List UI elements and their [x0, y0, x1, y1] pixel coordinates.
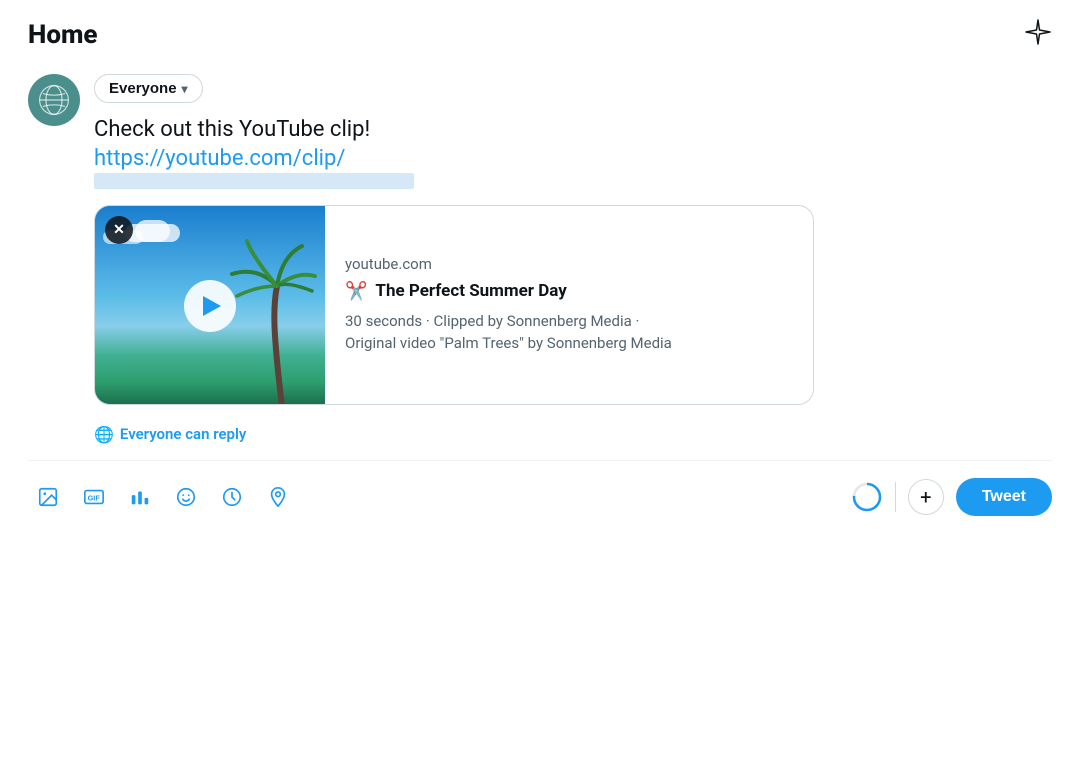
preview-thumbnail: ✕ [95, 206, 325, 405]
toolbar-icons: GIF [28, 477, 298, 517]
everyone-button[interactable]: Everyone ▾ [94, 74, 203, 103]
avatar [28, 74, 80, 126]
toolbar-right: + Tweet [851, 478, 1052, 516]
page-title: Home [28, 20, 98, 50]
svg-text:GIF: GIF [88, 493, 101, 502]
globe-icon: 🌐 [94, 425, 114, 444]
preview-title: ✂️ The Perfect Summer Day [345, 281, 672, 302]
add-tweet-button[interactable]: + [908, 479, 944, 515]
character-count [851, 481, 883, 513]
tweet-main-text: Check out this YouTube clip! [94, 115, 1052, 146]
gif-icon[interactable]: GIF [74, 477, 114, 517]
emoji-icon[interactable] [166, 477, 206, 517]
header: Home [0, 0, 1080, 66]
sparkle-icon[interactable] [1024, 18, 1052, 52]
link-highlight-bar [94, 173, 414, 189]
scissors-icon: ✂️ [345, 281, 367, 302]
tweet-button[interactable]: Tweet [956, 478, 1052, 516]
preview-card: ✕ [94, 205, 814, 405]
everyone-label: Everyone [109, 80, 177, 97]
composer-top: Everyone ▾ Check out this YouTube clip! … [28, 74, 1052, 444]
composer-toolbar: GIF [28, 460, 1052, 527]
close-preview-button[interactable]: ✕ [105, 216, 133, 244]
image-icon[interactable] [28, 477, 68, 517]
play-button[interactable] [184, 280, 236, 332]
chevron-down-icon: ▾ [182, 82, 188, 96]
preview-card-info: youtube.com ✂️ The Perfect Summer Day 30… [325, 206, 692, 404]
tweet-link[interactable]: https://youtube.com/clip/ [94, 146, 345, 171]
everyone-reply-row[interactable]: 🌐 Everyone can reply [94, 425, 1052, 444]
tweet-text: Check out this YouTube clip! https://you… [94, 115, 1052, 189]
preview-meta: 30 seconds · Clipped by Sonnenberg Media… [345, 310, 672, 355]
plus-icon: + [920, 485, 931, 509]
everyone-reply-label: Everyone can reply [120, 425, 246, 443]
composer-right: Everyone ▾ Check out this YouTube clip! … [94, 74, 1052, 444]
preview-source: youtube.com [345, 255, 672, 273]
toolbar-divider [895, 482, 896, 512]
composer-area: Everyone ▾ Check out this YouTube clip! … [0, 66, 1080, 527]
location-icon[interactable] [258, 477, 298, 517]
close-icon: ✕ [113, 222, 125, 238]
schedule-icon[interactable] [212, 477, 252, 517]
poll-icon[interactable] [120, 477, 160, 517]
page-container: Home [0, 0, 1080, 784]
